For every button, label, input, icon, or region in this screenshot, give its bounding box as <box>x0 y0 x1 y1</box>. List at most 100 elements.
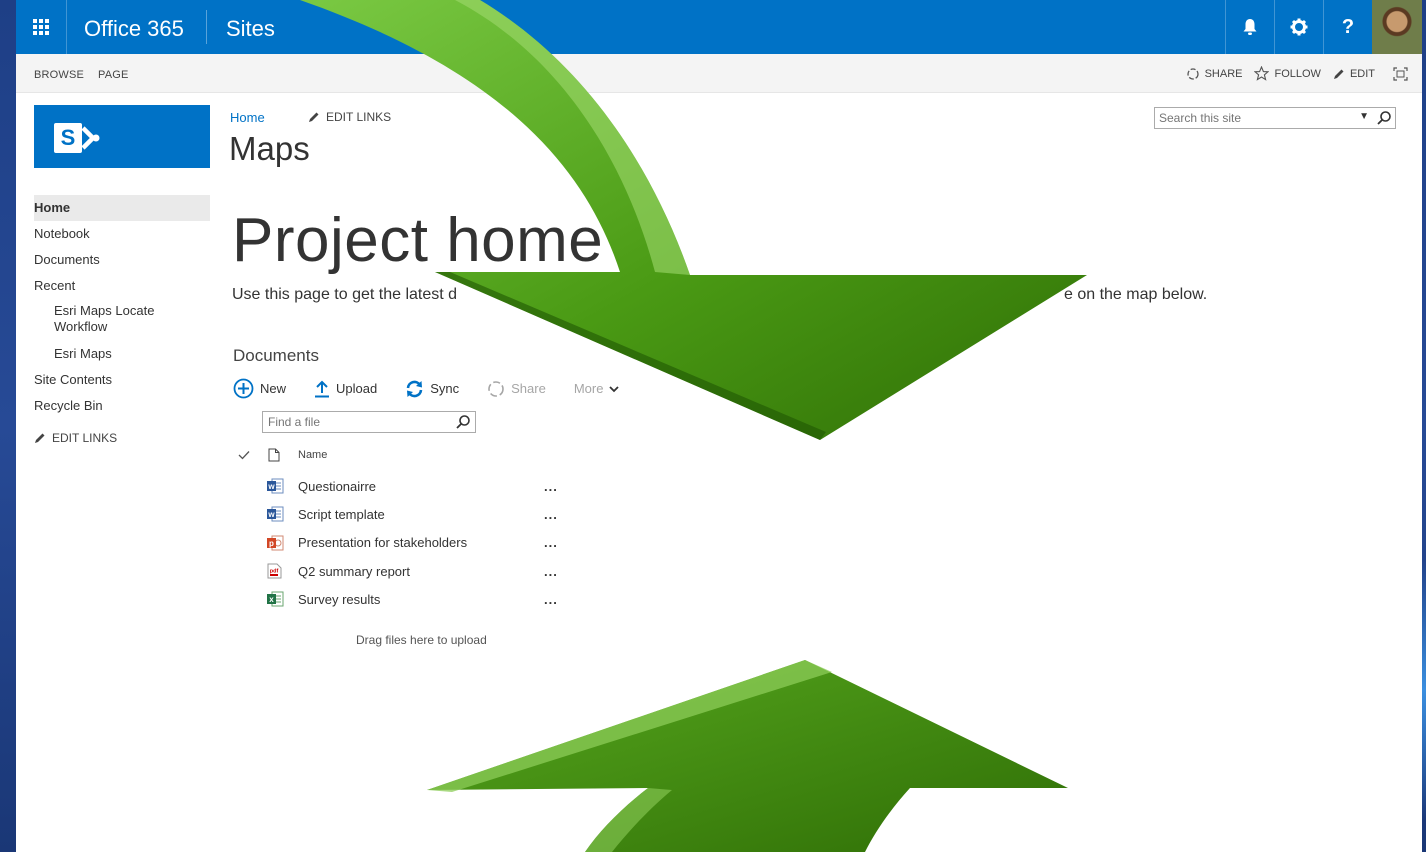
notifications-button[interactable] <box>1225 0 1274 54</box>
page-title: Maps <box>229 130 310 167</box>
pdf-icon: pdf <box>266 563 282 579</box>
share-label: SHARE <box>1204 67 1243 80</box>
ribbon-actions: SHARE FOLLOW EDIT <box>1186 66 1408 81</box>
focus-content-button[interactable] <box>1393 66 1408 81</box>
tab-page[interactable]: PAGE <box>98 69 129 81</box>
powerpoint-icon: p <box>266 535 284 551</box>
site-logo[interactable]: S <box>34 105 210 168</box>
documents-column-header: Name <box>238 448 327 462</box>
file-name[interactable]: Questionairre <box>298 479 544 494</box>
file-name[interactable]: Q2 summary report <box>298 564 544 579</box>
select-all-checkmark-icon[interactable] <box>238 450 250 460</box>
browser-page: Office 365 Sites ? BROWSE PAGE SHARE FOL… <box>16 0 1422 852</box>
file-more-icon[interactable]: ... <box>544 507 558 522</box>
file-more-icon[interactable]: ... <box>544 535 558 550</box>
file-more-icon[interactable]: ... <box>544 592 558 607</box>
nav-item-site-contents[interactable]: Site Contents <box>34 367 210 393</box>
upload-button[interactable]: Upload <box>314 380 377 398</box>
follow-button[interactable]: FOLLOW <box>1254 66 1321 81</box>
search-icon[interactable] <box>1376 110 1392 126</box>
gear-icon <box>1290 18 1308 36</box>
list-item[interactable]: p Presentation for stakeholders ... <box>266 529 558 557</box>
nav-item-esri-maps-locate-workflow[interactable]: Esri Maps Locate Workflow <box>34 303 164 335</box>
new-button[interactable]: New <box>233 378 286 399</box>
svg-text:x: x <box>269 595 274 604</box>
document-type-icon <box>268 448 280 462</box>
upload-label: Upload <box>336 381 378 396</box>
sync-button[interactable]: Sync <box>405 380 459 398</box>
share-docs-label: Share <box>511 381 546 396</box>
upload-icon <box>315 380 330 397</box>
word-icon: w <box>266 478 284 494</box>
ribbon: BROWSE PAGE SHARE FOLLOW EDIT <box>16 54 1422 93</box>
sharepoint-arrow-icon <box>81 126 100 150</box>
documents-list: w Questionairre ... w Script template ..… <box>266 472 558 613</box>
lead-text-end: e on the map below. <box>1064 286 1208 303</box>
help-icon: ? <box>1341 15 1355 38</box>
settings-button[interactable] <box>1274 0 1323 54</box>
app-launcher-button[interactable] <box>16 0 67 54</box>
nav-item-recent[interactable]: Recent <box>34 273 210 299</box>
brand-office-365[interactable]: Office 365 <box>84 0 184 54</box>
top-edit-links[interactable]: EDIT LINKS <box>308 110 391 124</box>
breadcrumb-home[interactable]: Home <box>230 110 265 125</box>
share-button[interactable]: SHARE <box>1186 67 1243 81</box>
sync-icon <box>406 380 423 397</box>
sharepoint-logo-icon: S <box>54 123 82 153</box>
follow-label: FOLLOW <box>1274 67 1321 80</box>
share-docs-button[interactable]: Share <box>487 380 546 398</box>
svg-text:pdf: pdf <box>270 569 279 575</box>
nav-item-recycle-bin[interactable]: Recycle Bin <box>34 393 210 419</box>
column-name-header[interactable]: Name <box>298 449 327 461</box>
search-input[interactable] <box>1155 108 1353 128</box>
drag-files-hint: Drag files here to upload <box>356 633 487 647</box>
search-icon[interactable] <box>455 414 471 430</box>
waffle-icon <box>33 19 49 35</box>
find-file-input[interactable] <box>263 412 457 432</box>
more-label: More <box>573 381 604 396</box>
lead-text: Use this page to get the latest d e on t… <box>232 286 1207 304</box>
file-name[interactable]: Survey results <box>298 592 544 607</box>
pencil-icon <box>1333 69 1344 79</box>
nav-item-esri-maps[interactable]: Esri Maps <box>34 341 210 367</box>
documents-heading[interactable]: Documents <box>233 346 319 366</box>
plus-circle-icon <box>233 378 254 399</box>
find-file-box <box>262 411 476 433</box>
word-icon: w <box>266 506 284 522</box>
bell-icon <box>1243 19 1257 35</box>
user-avatar[interactable] <box>1372 0 1422 54</box>
focus-icon <box>1393 66 1408 81</box>
nav-edit-links[interactable]: EDIT LINKS <box>34 431 210 445</box>
list-item[interactable]: pdf Q2 summary report ... <box>266 557 558 585</box>
list-item[interactable]: w Script template ... <box>266 500 558 528</box>
share-icon <box>488 380 504 397</box>
suite-divider <box>206 10 207 44</box>
list-item[interactable]: x Survey results ... <box>266 585 558 613</box>
file-name[interactable]: Presentation for stakeholders <box>298 535 544 550</box>
file-more-icon[interactable]: ... <box>544 479 558 494</box>
file-more-icon[interactable]: ... <box>544 564 558 579</box>
nav-item-documents[interactable]: Documents <box>34 247 210 273</box>
list-item[interactable]: w Questionairre ... <box>266 472 558 500</box>
tab-browse[interactable]: BROWSE <box>34 69 84 81</box>
help-button[interactable]: ? <box>1323 0 1372 54</box>
top-edit-links-label: EDIT LINKS <box>326 110 392 124</box>
nav-item-home[interactable]: Home <box>34 195 210 221</box>
project-home-title: Project home <box>232 206 604 275</box>
pencil-icon <box>35 433 45 443</box>
svg-text:w: w <box>267 510 275 519</box>
app-title-sites[interactable]: Sites <box>226 0 275 54</box>
pencil-icon <box>309 112 319 122</box>
edit-button[interactable]: EDIT <box>1333 68 1375 80</box>
excel-icon: x <box>266 591 284 607</box>
nav-item-notebook[interactable]: Notebook <box>34 221 210 247</box>
suite-bar: Office 365 Sites ? <box>16 0 1422 54</box>
search-scope-dropdown-icon[interactable]: ▼ <box>1359 111 1369 122</box>
nav-edit-links-label: EDIT LINKS <box>52 431 118 445</box>
file-name[interactable]: Script template <box>298 507 544 522</box>
site-search: ▼ <box>1154 107 1396 129</box>
lead-text-start: Use this page to get the latest d <box>232 286 458 303</box>
star-icon <box>1254 66 1270 81</box>
svg-text:w: w <box>267 482 275 491</box>
more-button[interactable]: More <box>574 381 620 396</box>
